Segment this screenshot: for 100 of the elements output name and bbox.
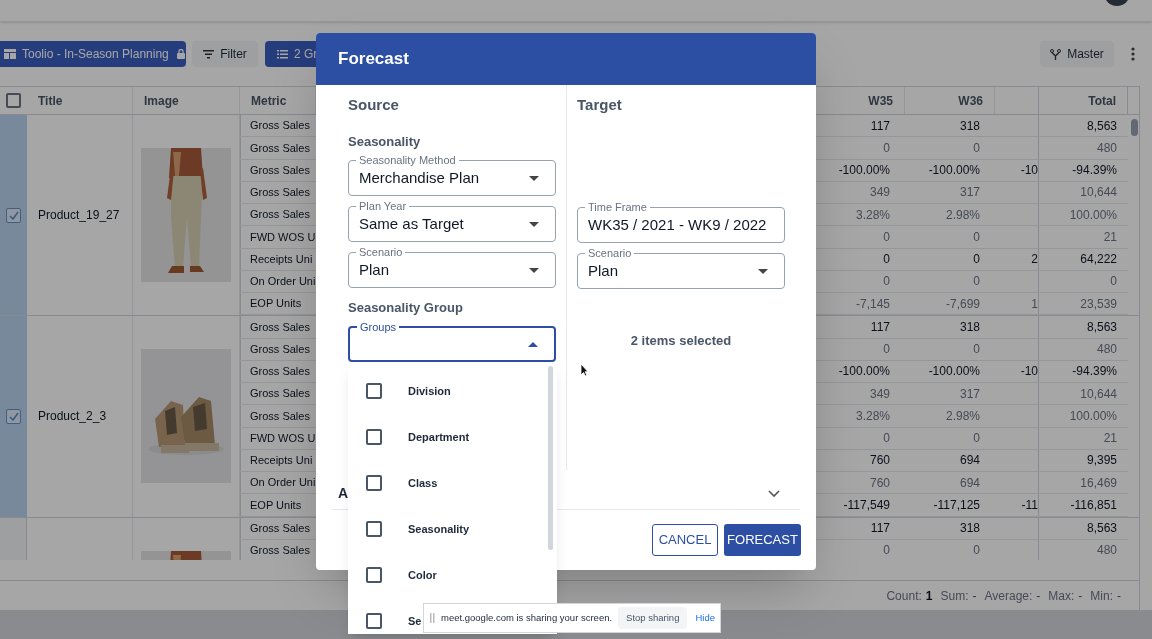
stop-sharing-button[interactable]: Stop sharing	[618, 607, 688, 629]
table-cell-text: -10	[1020, 162, 1038, 180]
table-cell-text: 0	[883, 139, 890, 157]
filter-icon	[203, 49, 215, 59]
branch-icon	[1050, 48, 1062, 60]
metric-cell-text: Gross Sales	[250, 341, 310, 357]
caret-icon	[528, 341, 538, 347]
metric-cell-text: Gross Sales	[250, 408, 310, 424]
table-cell-text: 0	[973, 273, 980, 291]
hide-link[interactable]: Hide	[695, 610, 715, 626]
option-checkbox[interactable]	[366, 429, 382, 445]
field-label: Scenario	[356, 245, 406, 259]
field-label: Scenario	[585, 246, 635, 260]
branch-button[interactable]: Master	[1040, 41, 1114, 67]
table-cell-text: 117	[870, 318, 890, 336]
select-all-checkbox[interactable]	[6, 93, 21, 108]
menu-option[interactable]: Department	[348, 414, 557, 460]
caret-icon	[529, 267, 539, 273]
row-selection-cell[interactable]	[0, 316, 27, 517]
scrollbar-thumb[interactable]	[1131, 119, 1138, 136]
metric-cell-text: Gross Sales	[250, 520, 310, 536]
list-icon	[277, 49, 288, 59]
forecast-button[interactable]: FORECAST	[724, 524, 801, 556]
table-cell-text: 0	[973, 139, 980, 157]
view-button[interactable]: Toolio - In-Season Planning	[0, 41, 186, 67]
cancel-button[interactable]: CANCEL	[652, 524, 718, 556]
column-header[interactable]: Image	[144, 91, 179, 110]
table-cell-text: 0	[973, 542, 980, 560]
table-cell-text: 16,469	[1080, 474, 1117, 492]
status-value: -	[1078, 588, 1083, 605]
table-cell-text: -7,145	[855, 295, 890, 313]
column-header[interactable]: Title	[38, 91, 63, 110]
metric-cell-text: On Order Uni	[250, 475, 316, 491]
option-checkbox[interactable]	[366, 613, 382, 629]
table-cell-text: 0	[973, 251, 980, 269]
table-cell-text: 480	[1096, 139, 1117, 157]
table-cell-text: -10	[1020, 363, 1038, 381]
scrollbar-thumb[interactable]	[548, 366, 553, 550]
table-cell-text: 10,644	[1080, 184, 1117, 202]
field-label: Plan Year	[356, 199, 410, 213]
column-header[interactable]: Metric	[251, 91, 287, 110]
more-icon	[1131, 47, 1135, 61]
status-label: Sum:	[940, 588, 969, 605]
table-cell-text: 0	[883, 273, 890, 291]
section-heading: Seasonality Group	[348, 299, 464, 317]
option-checkbox[interactable]	[366, 567, 382, 583]
status-label: Count:	[886, 588, 922, 605]
table-cell-text: 318	[959, 117, 980, 135]
menu-option[interactable]: Division	[348, 368, 557, 414]
column-heading: Source	[348, 95, 400, 115]
table-cell-text: 0	[883, 542, 890, 560]
table-cell-text: 100.00%	[1069, 206, 1117, 224]
table-cell-text: -94.39%	[1072, 363, 1117, 381]
status-label: Max:	[1048, 588, 1075, 605]
column-header[interactable]: W35	[868, 91, 893, 110]
table-cell-text: 0	[973, 430, 980, 448]
table-cell-text: 480	[1096, 542, 1117, 560]
table-cell-text: 117	[870, 520, 890, 538]
table-cell-text: -100.00%	[838, 162, 890, 180]
column-header[interactable]: Total	[1088, 91, 1116, 110]
metric-cell-text: Gross Sales	[250, 319, 310, 335]
table-cell-text: 9,395	[1086, 452, 1117, 470]
status-value: 1	[925, 588, 933, 605]
option-checkbox[interactable]	[366, 521, 382, 537]
filter-button[interactable]: Filter	[192, 41, 258, 67]
metric-cell-text: EOP Units	[250, 497, 302, 513]
row-checkbox[interactable]	[6, 207, 21, 223]
option-checkbox[interactable]	[366, 383, 382, 399]
table-cell-text: -11	[1021, 496, 1038, 514]
table-cell-text: 0	[973, 228, 980, 246]
caret-icon	[529, 221, 539, 227]
table-cell-text: -100.00%	[838, 363, 890, 381]
table-cell-text: 480	[1096, 341, 1117, 359]
option-checkbox[interactable]	[366, 475, 382, 491]
lock-icon	[176, 49, 185, 59]
table-cell-text: 8,563	[1086, 520, 1117, 538]
table-cell-text: 694	[959, 474, 980, 492]
table-cell-text: 21	[1103, 430, 1117, 448]
menu-option[interactable]: Color	[348, 552, 557, 598]
table-cell-text: 8,563	[1086, 318, 1117, 336]
table-cell-text: 21	[1103, 228, 1117, 246]
table-cell-text: 318	[959, 318, 980, 336]
table-cell-text: 0	[973, 341, 980, 359]
status-label: Min:	[1090, 588, 1113, 605]
row-checkbox[interactable]	[6, 408, 21, 424]
chevron-down-icon	[768, 489, 780, 498]
table-cell-text: 760	[869, 474, 890, 492]
metric-cell-text: Gross Sales	[250, 118, 310, 134]
metric-cell-text: Gross Sales	[250, 162, 310, 178]
section-heading: Seasonality	[348, 133, 422, 151]
check-icon	[8, 210, 19, 220]
metric-cell-text: Receipts Uni	[250, 251, 313, 267]
metric-cell-text: EOP Units	[250, 296, 302, 312]
row-selection-cell[interactable]	[0, 115, 27, 316]
column-header[interactable]: W36	[958, 91, 983, 110]
table-cell-text: 694	[959, 452, 980, 470]
table-cell-text: -116,851	[1070, 496, 1117, 514]
table-cell-text: -7,699	[945, 295, 980, 313]
table-cell-text: 100.00%	[1069, 407, 1117, 425]
metric-cell-text: Gross Sales	[250, 185, 310, 201]
